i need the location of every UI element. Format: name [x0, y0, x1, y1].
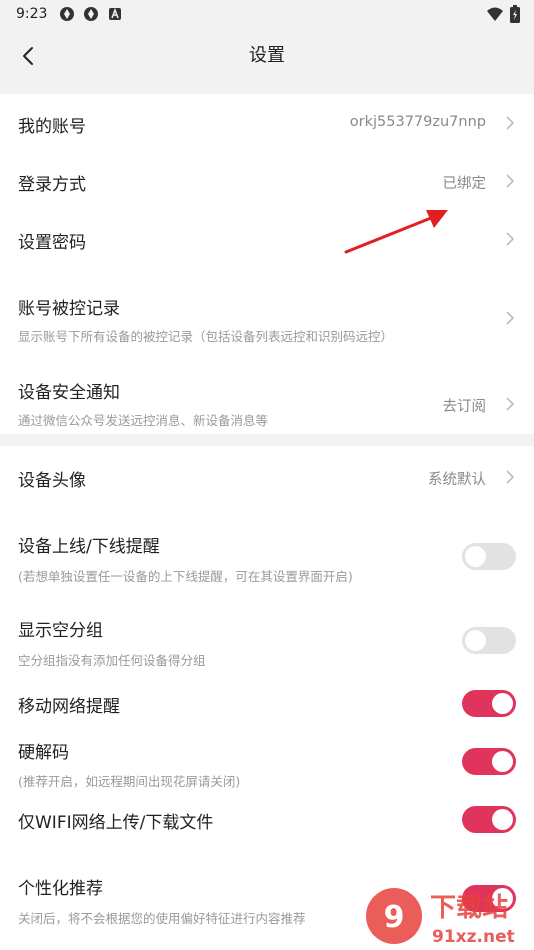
- controlled-records-row[interactable]: 账号被控记录 显示账号下所有设备的被控记录（包括设备列表远控和识别码远控）: [0, 280, 534, 352]
- hw-decode-label: 硬解码: [18, 743, 69, 763]
- hw-decode-desc: (推荐开启，如远程期间出现花屏请关闭): [18, 774, 241, 789]
- mobile-network-alert-row: 移动网络提醒: [0, 686, 534, 722]
- hw-decode-toggle[interactable]: [462, 748, 516, 775]
- security-notice-row[interactable]: 设备安全通知 通过微信公众号发送远控消息、新设备消息等 去订阅: [0, 364, 534, 434]
- set-password-label: 设置密码: [18, 233, 86, 253]
- hw-decode-row: 硬解码 (推荐开启，如远程期间出现花屏请关闭): [0, 736, 534, 792]
- chevron-right-icon: [506, 311, 515, 325]
- account-section: 我的账号 orkj553779zu7nnp 登录方式 已绑定 设置密码 账号被控…: [0, 94, 534, 434]
- battery-icon: [510, 5, 520, 27]
- chevron-right-icon: [506, 174, 515, 188]
- online-alert-desc: (若想单独设置任一设备的上下线提醒，可在其设置界面开启): [18, 569, 353, 584]
- app-notification-icon: [83, 6, 99, 22]
- device-section: 设备头像 系统默认 设备上线/下线提醒 (若想单独设置任一设备的上下线提醒，可在…: [0, 446, 534, 950]
- chevron-right-icon: [506, 470, 515, 484]
- online-alert-row: 设备上线/下线提醒 (若想单独设置任一设备的上下线提醒，可在其设置界面开启): [0, 528, 534, 588]
- show-empty-group-desc: 空分组指没有添加任何设备得分组: [18, 653, 206, 668]
- personalized-desc: 关闭后，将不会根据您的使用偏好特征进行内容推荐: [18, 911, 306, 926]
- login-method-row[interactable]: 登录方式 已绑定: [0, 152, 534, 210]
- show-empty-group-label: 显示空分组: [18, 621, 103, 641]
- toggle-knob: [492, 751, 513, 772]
- status-time: 9:23: [16, 6, 48, 22]
- personalized-label: 个性化推荐: [18, 879, 103, 899]
- toggle-knob: [465, 630, 486, 651]
- security-notice-desc: 通过微信公众号发送远控消息、新设备消息等: [18, 413, 269, 428]
- online-alert-toggle[interactable]: [462, 543, 516, 570]
- set-password-row[interactable]: 设置密码: [0, 210, 534, 268]
- show-empty-group-toggle[interactable]: [462, 627, 516, 654]
- wifi-icon: [486, 6, 504, 26]
- my-account-row[interactable]: 我的账号 orkj553779zu7nnp: [0, 94, 534, 152]
- mobile-network-alert-label: 移动网络提醒: [18, 697, 120, 717]
- device-avatar-label: 设备头像: [18, 471, 86, 491]
- toggle-knob: [492, 809, 513, 830]
- toggle-knob: [465, 546, 486, 567]
- chevron-right-icon: [506, 397, 515, 411]
- online-alert-label: 设备上线/下线提醒: [18, 537, 160, 557]
- show-empty-group-row: 显示空分组 空分组指没有添加任何设备得分组: [0, 614, 534, 670]
- app-notification-icon: [59, 6, 75, 22]
- security-notice-label: 设备安全通知: [18, 383, 120, 403]
- login-method-value: 已绑定: [442, 176, 487, 192]
- subscribe-link[interactable]: 去订阅: [443, 395, 487, 416]
- controlled-records-label: 账号被控记录: [18, 299, 120, 319]
- chevron-right-icon: [506, 116, 515, 130]
- toggle-knob: [492, 693, 513, 714]
- header: 设置: [0, 28, 534, 84]
- mobile-network-alert-toggle[interactable]: [462, 690, 516, 717]
- wifi-only-label: 仅WIFI网络上传/下载文件: [18, 813, 214, 833]
- login-method-label: 登录方式: [18, 175, 86, 195]
- controlled-records-desc: 显示账号下所有设备的被控记录（包括设备列表远控和识别码远控）: [18, 329, 394, 344]
- toggle-knob: [492, 888, 513, 909]
- page-title: 设置: [249, 45, 285, 66]
- personalized-row: 个性化推荐 关闭后，将不会根据您的使用偏好特征进行内容推荐: [0, 870, 534, 930]
- chevron-right-icon: [506, 232, 515, 246]
- keyboard-notification-icon: [107, 6, 123, 22]
- wifi-only-row: 仅WIFI网络上传/下载文件: [0, 802, 534, 838]
- status-bar: 9:23: [0, 0, 534, 28]
- personalized-toggle[interactable]: [462, 885, 516, 912]
- my-account-label: 我的账号: [18, 117, 86, 137]
- my-account-value: orkj553779zu7nnp: [349, 114, 486, 130]
- device-avatar-value: 系统默认: [428, 472, 486, 488]
- wifi-only-toggle[interactable]: [462, 806, 516, 833]
- device-avatar-row[interactable]: 设备头像 系统默认: [0, 446, 534, 508]
